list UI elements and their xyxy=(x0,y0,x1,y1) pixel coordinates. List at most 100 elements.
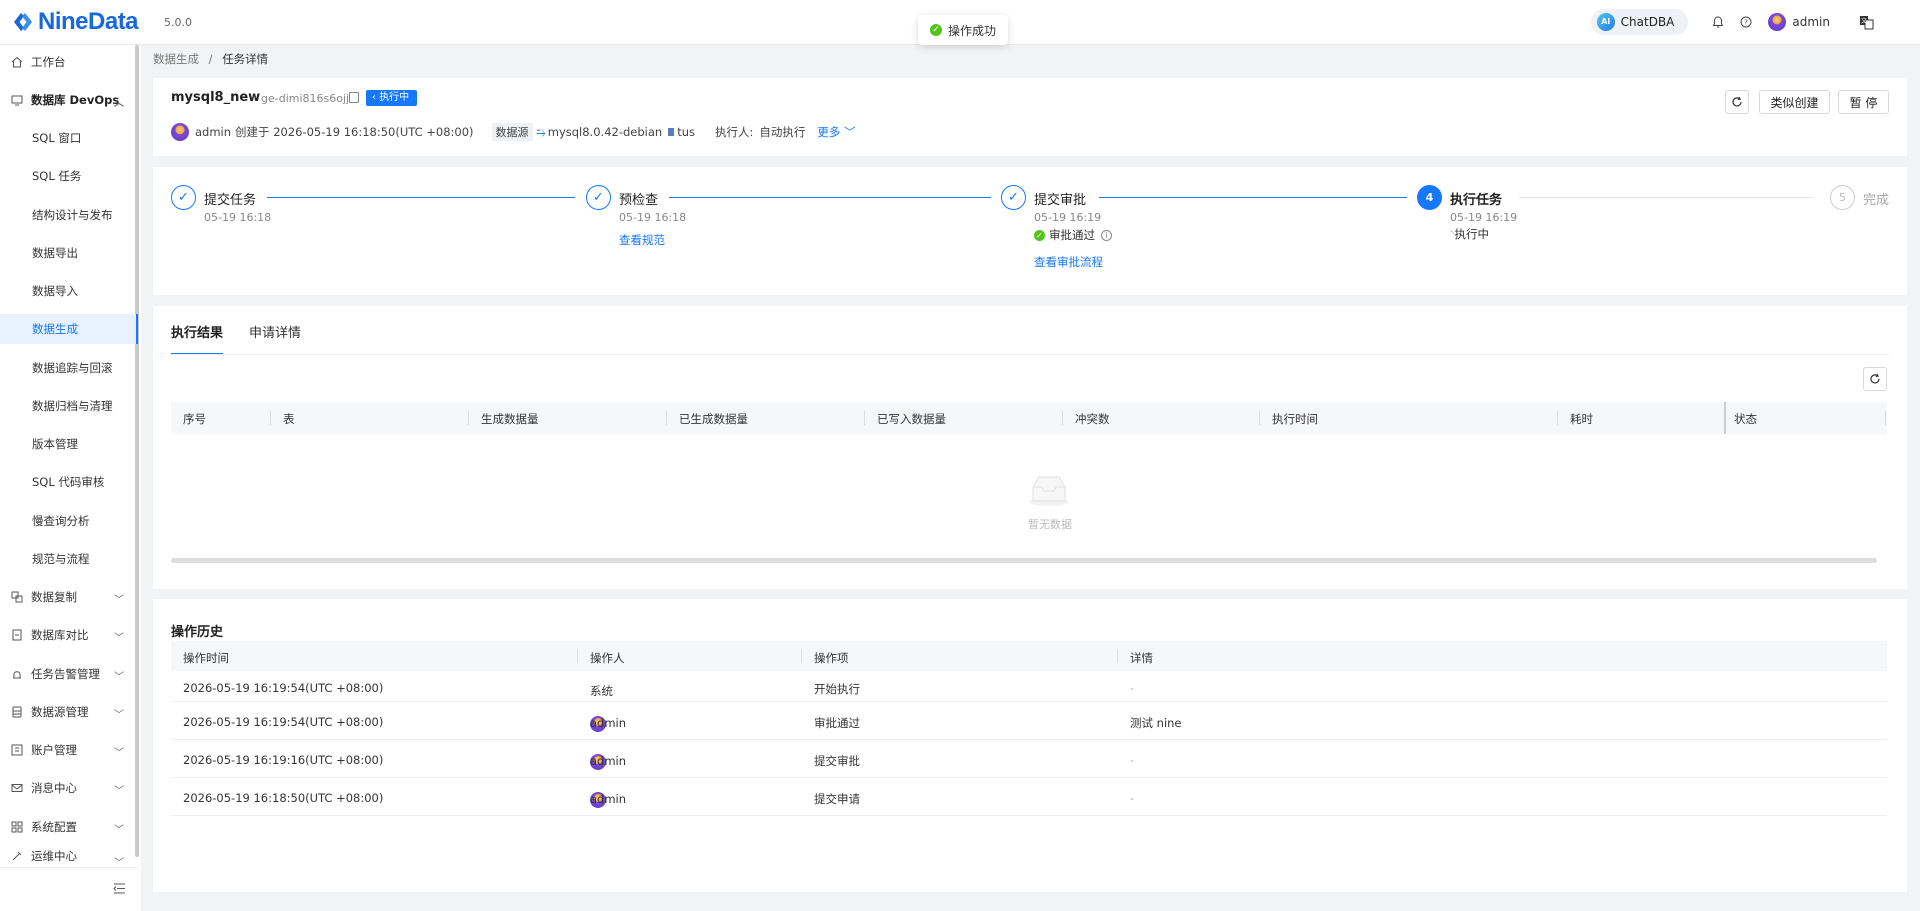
step-1-check-icon: ✓ xyxy=(171,185,196,210)
logo[interactable]: NineData xyxy=(12,8,139,36)
tab-apply-detail[interactable]: 申请详情 xyxy=(249,322,301,355)
view-rules-link[interactable]: 查看规范 xyxy=(619,232,665,248)
datasource-tag: 数据源 xyxy=(491,123,533,141)
sidebar-item-ops[interactable]: 运维中心 ﹀ xyxy=(0,845,138,867)
check-circle-icon: ✓ xyxy=(930,24,942,36)
sidebar-item-data-generate[interactable]: 数据生成 xyxy=(0,314,138,344)
database-name[interactable]: tus xyxy=(677,125,695,139)
top-bar: NineData 5.0.0 ✓ 操作成功 AI ChatDBA ? admin… xyxy=(0,0,1920,45)
sidebar-item-data-tracking[interactable]: 数据追踪与回滚 xyxy=(0,353,138,383)
col-operator: 操作人 xyxy=(590,651,625,665)
task-name: mysql8_new xyxy=(171,90,261,105)
step-3-date: 05-19 16:19 xyxy=(1034,211,1102,224)
sidebar-item-version[interactable]: 版本管理 xyxy=(0,429,138,459)
sidebar-item-schema-design[interactable]: 结构设计与发布 xyxy=(0,200,138,230)
task-meta: admin 创建于 2026-05-19 16:18:50(UTC +08:00… xyxy=(171,122,856,142)
task-header-card: mysql8_new ge-dimi816s6ojj ‹ 执行中 admin 创… xyxy=(153,78,1907,156)
avatar[interactable] xyxy=(1768,13,1787,31)
executor-label: 执行人: xyxy=(714,125,754,139)
sidebar-item-devops[interactable]: 数据库 DevOps ︿ xyxy=(0,85,138,115)
step-5-indicator: 5 xyxy=(1830,185,1855,210)
more-link[interactable]: 更多 ﹀ xyxy=(817,124,855,140)
main-content: 数据生成 / 任务详情 mysql8_new ge-dimi816s6ojj ‹… xyxy=(141,45,1920,911)
sidebar-item-data-archive[interactable]: 数据归档与清理 xyxy=(0,391,138,421)
step-1-title: 提交任务 xyxy=(204,193,257,208)
breadcrumb-current: 任务详情 xyxy=(222,52,269,66)
sidebar-item-sql-review[interactable]: SQL 代码审核 xyxy=(0,467,138,497)
chevron-down-icon: ﹀ xyxy=(114,672,124,683)
step-2-date: 05-19 16:18 xyxy=(619,211,687,224)
user-name[interactable]: admin xyxy=(1792,15,1830,29)
sidebar-item-slow-query[interactable]: 慢查询分析 xyxy=(0,506,138,536)
similar-create-button[interactable]: 类似创建 xyxy=(1759,90,1830,114)
copy-icon[interactable] xyxy=(349,92,359,103)
sidebar-item-label: 数据归档与清理 xyxy=(32,399,113,413)
sidebar-item-workbench[interactable]: 工作台 xyxy=(0,47,138,77)
home-icon xyxy=(10,55,24,69)
sidebar-item-rules[interactable]: 规范与流程 xyxy=(0,544,138,574)
pause-button[interactable]: 暂 停 xyxy=(1838,90,1889,114)
compare-icon xyxy=(10,628,24,642)
tab-execution-result[interactable]: 执行结果 xyxy=(171,322,224,355)
chatdba-button[interactable]: AI ChatDBA xyxy=(1590,9,1689,35)
ops-icon xyxy=(10,849,24,863)
brand-name: NineData xyxy=(38,8,139,35)
col-op-time: 操作时间 xyxy=(183,651,229,665)
operator-name: admin xyxy=(590,716,627,730)
executor-value: 自动执行 xyxy=(759,125,806,139)
row-time: 2026-05-19 16:19:54(UTC +08:00) xyxy=(183,681,384,695)
sidebar-item-alarm[interactable]: 任务告警管理 ﹀ xyxy=(0,659,138,689)
sidebar-item-replication[interactable]: 数据复制 ﹀ xyxy=(0,582,138,612)
sidebar-item-system[interactable]: 系统配置 ﹀ xyxy=(0,812,138,842)
row-detail: 测试 nine xyxy=(1130,716,1182,730)
sidebar-item-label: 工作台 xyxy=(31,55,66,69)
account-icon xyxy=(10,743,24,757)
col-written-count: 已写入数据量 xyxy=(877,412,946,426)
refresh-table-button[interactable] xyxy=(1863,367,1887,391)
operator-name: admin xyxy=(590,754,627,768)
history-row: 2026-05-19 16:19:54(UTC +08:00) 系统 开始执行 … xyxy=(171,671,1887,702)
empty-box-icon xyxy=(1029,476,1069,506)
sidebar-item-compare[interactable]: 数据库对比 ﹀ xyxy=(0,620,138,650)
language-icon[interactable]: 文 xyxy=(1858,14,1874,30)
chevron-down-icon: ﹀ xyxy=(114,595,124,606)
horizontal-scrollbar[interactable] xyxy=(171,558,1877,563)
col-conflicts: 冲突数 xyxy=(1075,412,1110,426)
datasource-name[interactable]: mysql8.0.42-debian xyxy=(548,125,662,139)
sidebar-item-label: 规范与流程 xyxy=(32,552,90,566)
refresh-button[interactable] xyxy=(1725,90,1749,114)
history-card: 操作历史 操作时间 操作人 操作项 详情 2026-05-19 16:19:54… xyxy=(153,599,1907,892)
steps-card: ✓ 提交任务 05-19 16:18 ✓ 预检查 05-19 16:18 查看规… xyxy=(153,167,1907,295)
creator-name: admin xyxy=(195,125,232,139)
collapse-menu-icon[interactable] xyxy=(113,883,126,897)
sidebar-item-label: 任务告警管理 xyxy=(31,667,100,681)
sidebar-item-sql-task[interactable]: SQL 任务 xyxy=(0,161,138,191)
sidebar-item-sql-window[interactable]: SQL 窗口 xyxy=(0,123,138,153)
history-row: 2026-05-19 16:19:16(UTC +08:00) admin 提交… xyxy=(171,740,1887,778)
sidebar-item-datasource[interactable]: 数据源管理 ﹀ xyxy=(0,697,138,727)
view-approval-flow-link[interactable]: 查看审批流程 xyxy=(1034,254,1103,270)
bell-icon[interactable] xyxy=(1710,14,1726,30)
step-connector xyxy=(267,197,575,198)
sidebar-item-account[interactable]: 账户管理 ﹀ xyxy=(0,735,138,765)
row-time: 2026-05-19 16:19:54(UTC +08:00) xyxy=(183,715,384,729)
step-connector xyxy=(1099,197,1407,198)
help-icon[interactable]: ? xyxy=(1738,14,1754,30)
breadcrumb-parent[interactable]: 数据生成 xyxy=(153,52,199,66)
history-row: 2026-05-19 16:18:50(UTC +08:00) admin 提交… xyxy=(171,778,1887,816)
col-table: 表 xyxy=(283,412,295,426)
sidebar-item-data-export[interactable]: 数据导出 xyxy=(0,238,138,268)
sidebar-item-label: 数据导入 xyxy=(32,284,78,298)
check-circle-icon: ✓ xyxy=(1034,229,1045,241)
info-icon[interactable]: i xyxy=(1101,229,1112,241)
sidebar-item-label: SQL 任务 xyxy=(32,169,82,183)
chevron-down-icon: ﹀ xyxy=(114,786,124,797)
chevron-down-icon: ﹀ xyxy=(844,125,856,139)
sidebar-item-data-import[interactable]: 数据导入 xyxy=(0,276,138,306)
row-detail: - xyxy=(1130,791,1135,805)
row-action: 提交申请 xyxy=(814,792,860,806)
refresh-icon xyxy=(1870,373,1880,384)
row-time: 2026-05-19 16:18:50(UTC +08:00) xyxy=(183,791,384,805)
history-table-header: 操作时间 操作人 操作项 详情 xyxy=(171,641,1887,671)
sidebar-item-messages[interactable]: 消息中心 ﹀ xyxy=(0,773,138,803)
